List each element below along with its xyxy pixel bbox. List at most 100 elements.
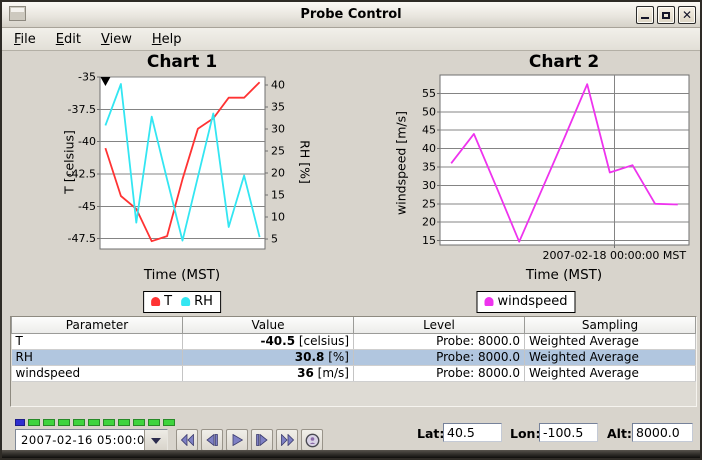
legend-item-T: T [151,294,172,309]
menu-view[interactable]: View [95,30,138,49]
time-step[interactable] [103,419,115,426]
column-header-value[interactable]: Value [183,317,354,333]
y-tick-label-right: 15 [271,188,285,201]
y-tick-label: 25 [422,197,436,210]
cell-level[interactable]: Probe: 8000.0 [354,365,525,381]
plot-background[interactable] [100,77,265,249]
menu-file[interactable]: File [8,30,42,49]
time-step-current[interactable] [15,419,25,426]
table-row-rh[interactable]: RH30.8 [%]Probe: 8000.0Weighted Average [12,349,696,365]
time-step[interactable] [28,419,40,426]
alt-label: Alt: [607,426,632,441]
time-step[interactable] [133,419,145,426]
step-forward-button[interactable] [251,429,273,451]
legend-label: RH [194,294,213,309]
cell-parameter[interactable]: windspeed [12,365,183,381]
column-header-sampling[interactable]: Sampling [525,317,696,333]
maximize-button[interactable] [657,6,675,24]
menu-help[interactable]: Help [146,30,188,49]
go-to-end-button[interactable] [276,429,298,451]
cell-parameter[interactable]: T [12,333,183,349]
chart1-title: Chart 1 [62,52,302,72]
window-buttons: ✕ [636,6,696,24]
y-tick-label: 35 [422,160,436,173]
window-icon [9,6,26,21]
close-icon: ✕ [682,10,692,20]
cell-value[interactable]: 36 [m/s] [183,365,354,381]
chart2-left-axis-label: windspeed [m/s] [394,111,409,215]
close-button[interactable]: ✕ [678,6,696,24]
animation-properties-button[interactable] [301,429,323,451]
cell-sampling[interactable]: Weighted Average [525,349,696,365]
y-tick-label-right: 35 [271,100,285,113]
step-back-icon [206,434,218,446]
step-back-button[interactable] [201,429,223,451]
table-row-t[interactable]: T-40.5 [celsius]Probe: 8000.0Weighted Av… [12,333,696,349]
cell-level[interactable]: Probe: 8000.0 [354,349,525,365]
chart1-plot[interactable]: -35-37.5-40-42.5-45-47.5403530252015105 [57,70,317,260]
title-bar[interactable]: Probe Control ✕ [2,2,700,28]
y-tick-label: 50 [422,105,436,118]
chart2-legend: windspeed [476,291,575,313]
x-tick-label: 2007-02-18 00:00:00 MST [543,249,687,262]
go-to-end-icon [281,434,294,446]
y-tick-label-right: 20 [271,166,285,179]
properties-icon [305,433,320,448]
chart1-x-axis-label: Time (MST) [62,267,302,283]
time-combobox[interactable]: 2007-02-16 05:00:00 MST [15,429,168,451]
table-row-windspeed[interactable]: windspeed36 [m/s]Probe: 8000.0Weighted A… [12,365,696,381]
time-step[interactable] [163,419,175,426]
time-step[interactable] [148,419,160,426]
y-tick-label: -37.5 [68,103,96,116]
column-header-parameter[interactable]: Parameter [12,317,183,333]
lat-field[interactable] [443,423,502,442]
y-tick-label: 55 [422,87,436,100]
combobox-dropdown-button[interactable] [144,430,167,450]
chart1-legend: T RH [143,291,221,313]
cell-value[interactable]: 30.8 [%] [183,349,354,365]
minimize-button[interactable] [636,6,654,24]
time-step[interactable] [73,419,85,426]
window-title: Probe Control [2,7,700,22]
plot-background[interactable] [440,75,689,245]
maximize-icon [662,12,670,19]
time-step[interactable] [58,419,70,426]
y-tick-label: -45 [78,200,96,213]
legend-item-RH: RH [181,294,213,309]
legend-item-windspeed: windspeed [484,294,567,309]
legend-label: windspeed [497,294,567,309]
y-tick-label: -40 [78,135,96,148]
menu-edit[interactable]: Edit [50,30,87,49]
go-to-start-icon [181,434,194,446]
minimize-icon [641,17,649,19]
chart2-plot[interactable]: 5550454035302520152007-02-18 00:00:00 MS… [410,68,700,268]
time-step-indicator[interactable] [15,419,175,426]
lon-field[interactable] [539,423,598,442]
cell-parameter[interactable]: RH [12,349,183,365]
column-header-level[interactable]: Level [354,317,525,333]
legend-marker-icon [181,297,190,306]
time-step[interactable] [88,419,100,426]
time-step[interactable] [118,419,130,426]
y-tick-label: 45 [422,124,436,137]
y-tick-label: 15 [422,234,436,247]
alt-field[interactable] [632,423,693,442]
legend-marker-icon [484,297,493,306]
y-tick-label: 30 [422,179,436,192]
time-step[interactable] [43,419,55,426]
animation-controls [176,429,323,451]
y-tick-label: -47.5 [68,232,96,245]
y-tick-label-right: 30 [271,122,285,135]
play-button[interactable] [226,429,248,451]
lat-label: Lat: [417,426,444,441]
y-tick-label-right: 40 [271,78,285,91]
parameter-table-scrollpane: ParameterValueLevelSamplingT-40.5 [celsi… [10,316,697,407]
y-tick-label: -42.5 [68,167,96,180]
cell-value[interactable]: -40.5 [celsius] [183,333,354,349]
legend-label: T [164,294,172,309]
menu-bar: File Edit View Help [2,28,700,51]
go-to-start-button[interactable] [176,429,198,451]
cell-sampling[interactable]: Weighted Average [525,365,696,381]
cell-sampling[interactable]: Weighted Average [525,333,696,349]
cell-level[interactable]: Probe: 8000.0 [354,333,525,349]
